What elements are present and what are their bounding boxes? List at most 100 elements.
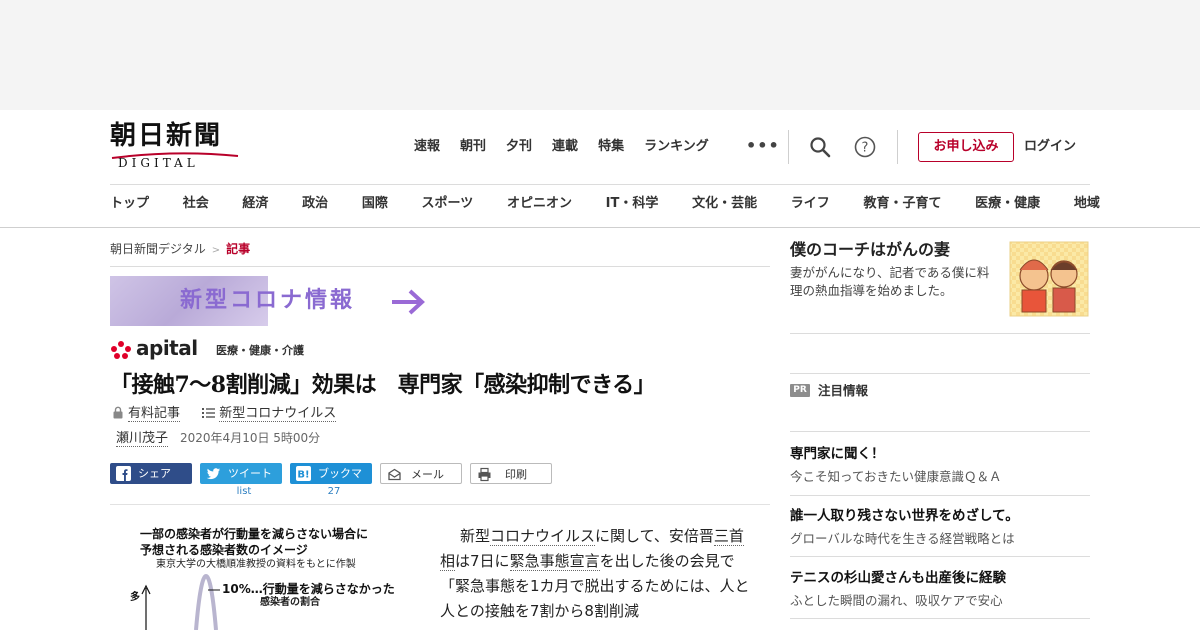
divider — [790, 495, 1090, 496]
divider — [110, 266, 770, 267]
pr-item-title[interactable]: 誰一人取り残さない世界をめざして。 — [790, 507, 1019, 525]
print-icon — [478, 467, 491, 482]
hatena-bookmark-label: ブックマーク — [318, 467, 362, 501]
login-link[interactable]: ログイン — [1024, 136, 1076, 158]
category-culture[interactable]: 文化・芸能 — [692, 192, 757, 216]
corona-info-banner[interactable]: 新型コロナ情報 — [110, 276, 430, 326]
corona-banner-label: 新型コロナ情報 — [180, 288, 356, 313]
hatena-bookmark-count[interactable]: 27 — [293, 486, 375, 498]
facebook-share-label: シェア — [138, 467, 171, 480]
body-text: に関して、 — [595, 527, 669, 545]
article-body: 新型コロナウイルスに関して、安倍晋三首相は7日に緊急事態宣言を出した後の会見で「… — [440, 524, 750, 624]
nav-yukan[interactable]: 夕刊 — [506, 136, 532, 158]
category-life[interactable]: ライフ — [791, 192, 830, 216]
site-logo[interactable]: 朝日新聞 DIGITAL — [110, 122, 245, 172]
feature-illustration[interactable] — [1008, 240, 1090, 318]
category-politics[interactable]: 政治 — [302, 192, 328, 216]
lock-icon — [113, 406, 123, 419]
publish-date: 2020年4月10日 5時00分 — [180, 431, 321, 445]
pr-badge: PR — [790, 384, 810, 397]
help-icon[interactable]: ? — [853, 135, 877, 159]
facebook-icon — [116, 466, 131, 481]
category-sports[interactable]: スポーツ — [422, 192, 474, 216]
twitter-list-link[interactable]: list — [203, 486, 285, 498]
body-text: 安倍晋 — [668, 527, 714, 545]
logo-text: 朝日新聞 — [110, 121, 223, 151]
divider — [790, 431, 1090, 432]
svg-text:B!: B! — [297, 470, 309, 481]
author-link[interactable]: 瀬川茂子 — [116, 431, 169, 447]
hatena-bookmark-icon: B! — [296, 466, 311, 481]
figure-source: 東京大学の大橋順准教授の資料をもとに作製 — [156, 559, 356, 570]
divider — [897, 130, 898, 164]
divider — [790, 373, 1090, 374]
pr-section-label: 注目情報 — [818, 383, 869, 398]
pr-item-description[interactable]: 今こそ知っておきたい健康意識Ｑ＆Ａ — [790, 468, 1002, 485]
twitter-share-button[interactable]: ツイート — [200, 463, 282, 484]
list-icon — [202, 408, 216, 418]
site-header: 朝日新聞 DIGITAL 速報 朝刊 夕刊 連載 特集 ランキング ••• ? … — [0, 110, 1200, 228]
nav-sokuho[interactable]: 速報 — [414, 136, 440, 158]
body-text: は7日に — [455, 552, 510, 570]
hatena-bookmark-button[interactable]: B! ブックマーク — [290, 463, 372, 501]
breadcrumb-separator: > — [211, 245, 221, 256]
logo-subtext: DIGITAL — [118, 156, 199, 170]
ad-space — [0, 0, 1200, 110]
article-meta: 有料記事 新型コロナウイルス — [112, 405, 337, 423]
category-nav: トップ 社会 経済 政治 国際 スポーツ オピニオン IT・科学 文化・芸能 ラ… — [110, 192, 1100, 216]
svg-text:?: ? — [862, 141, 869, 156]
article-headline: 「接触7～8割削減」効果は 専門家「感染抑制できる」 — [110, 372, 656, 398]
nav-ranking[interactable]: ランキング — [644, 136, 709, 158]
article-byline: 瀬川茂子 2020年4月10日 5時00分 — [116, 429, 320, 448]
print-label: 印刷 — [505, 468, 527, 481]
signup-button[interactable]: お申し込み — [918, 132, 1014, 162]
figure-title-2: 予想される感染者数のイメージ — [140, 543, 308, 557]
category-top[interactable]: トップ — [110, 192, 149, 216]
keyword-link[interactable]: コロナウイルス — [490, 527, 596, 546]
pr-item-description[interactable]: グローバルな時代を生きる経営戦略とは — [790, 530, 1015, 547]
article-figure[interactable]: 一部の感染者が行動量を減らさない場合に 予想される感染者数のイメージ 東京大学の… — [110, 518, 420, 630]
nav-rensai[interactable]: 連載 — [552, 136, 578, 158]
keyword-link[interactable]: 緊急事態宣言 — [509, 552, 600, 571]
divider — [790, 556, 1090, 557]
divider — [790, 333, 1090, 334]
category-economy[interactable]: 経済 — [242, 192, 268, 216]
category-education[interactable]: 教育・子育て — [863, 192, 941, 216]
figure-percent-sublabel: 感染者の割合 — [260, 597, 320, 608]
figure-title-1: 一部の感染者が行動量を減らさない場合に — [140, 527, 369, 541]
sidebar-feature-title[interactable]: 僕のコーチはがんの妻 — [790, 239, 950, 261]
sidebar-feature-description[interactable]: 妻ががんになり、記者である僕に料理の熱血指導を始めました。 — [790, 264, 1000, 300]
pr-item-description[interactable]: ふとした瞬間の漏れ、吸収ケアで安心 — [790, 592, 1003, 609]
mail-icon — [388, 468, 401, 481]
header-divider — [110, 184, 1090, 185]
apital-category: 医療・健康・介護 — [216, 344, 304, 357]
nav-tokushu[interactable]: 特集 — [598, 136, 624, 158]
figure-y-label: 多 — [130, 592, 140, 603]
facebook-share-button[interactable]: シェア — [110, 463, 192, 484]
divider — [790, 618, 1090, 619]
paid-article-label[interactable]: 有料記事 — [128, 406, 181, 422]
search-icon[interactable] — [808, 135, 832, 159]
breadcrumb: 朝日新聞デジタル > 記事 — [110, 240, 250, 260]
apital-logo-icon — [111, 341, 131, 359]
category-it-science[interactable]: IT・科学 — [606, 192, 659, 216]
pr-item-title[interactable]: テニスの杉山愛さんも出産後に経験 — [790, 569, 1006, 587]
category-opinion[interactable]: オピニオン — [507, 192, 572, 216]
category-region[interactable]: 地域 — [1074, 192, 1100, 216]
arrow-right-icon — [392, 289, 425, 315]
print-button[interactable]: 印刷 — [470, 463, 552, 484]
body-text: 新型 — [460, 527, 491, 545]
mail-share-button[interactable]: メール — [380, 463, 462, 484]
nav-choukan[interactable]: 朝刊 — [460, 136, 486, 158]
category-health[interactable]: 医療・健康 — [975, 192, 1040, 216]
divider — [110, 504, 770, 505]
category-international[interactable]: 国際 — [362, 192, 388, 216]
category-society[interactable]: 社会 — [183, 192, 209, 216]
twitter-icon — [206, 468, 220, 480]
mail-share-label: メール — [411, 468, 444, 481]
divider — [788, 130, 789, 164]
more-menu-button[interactable]: ••• — [746, 136, 780, 156]
topic-link[interactable]: 新型コロナウイルス — [219, 406, 337, 422]
breadcrumb-home[interactable]: 朝日新聞デジタル — [110, 242, 206, 256]
pr-item-title[interactable]: 専門家に聞く！ — [790, 445, 885, 463]
